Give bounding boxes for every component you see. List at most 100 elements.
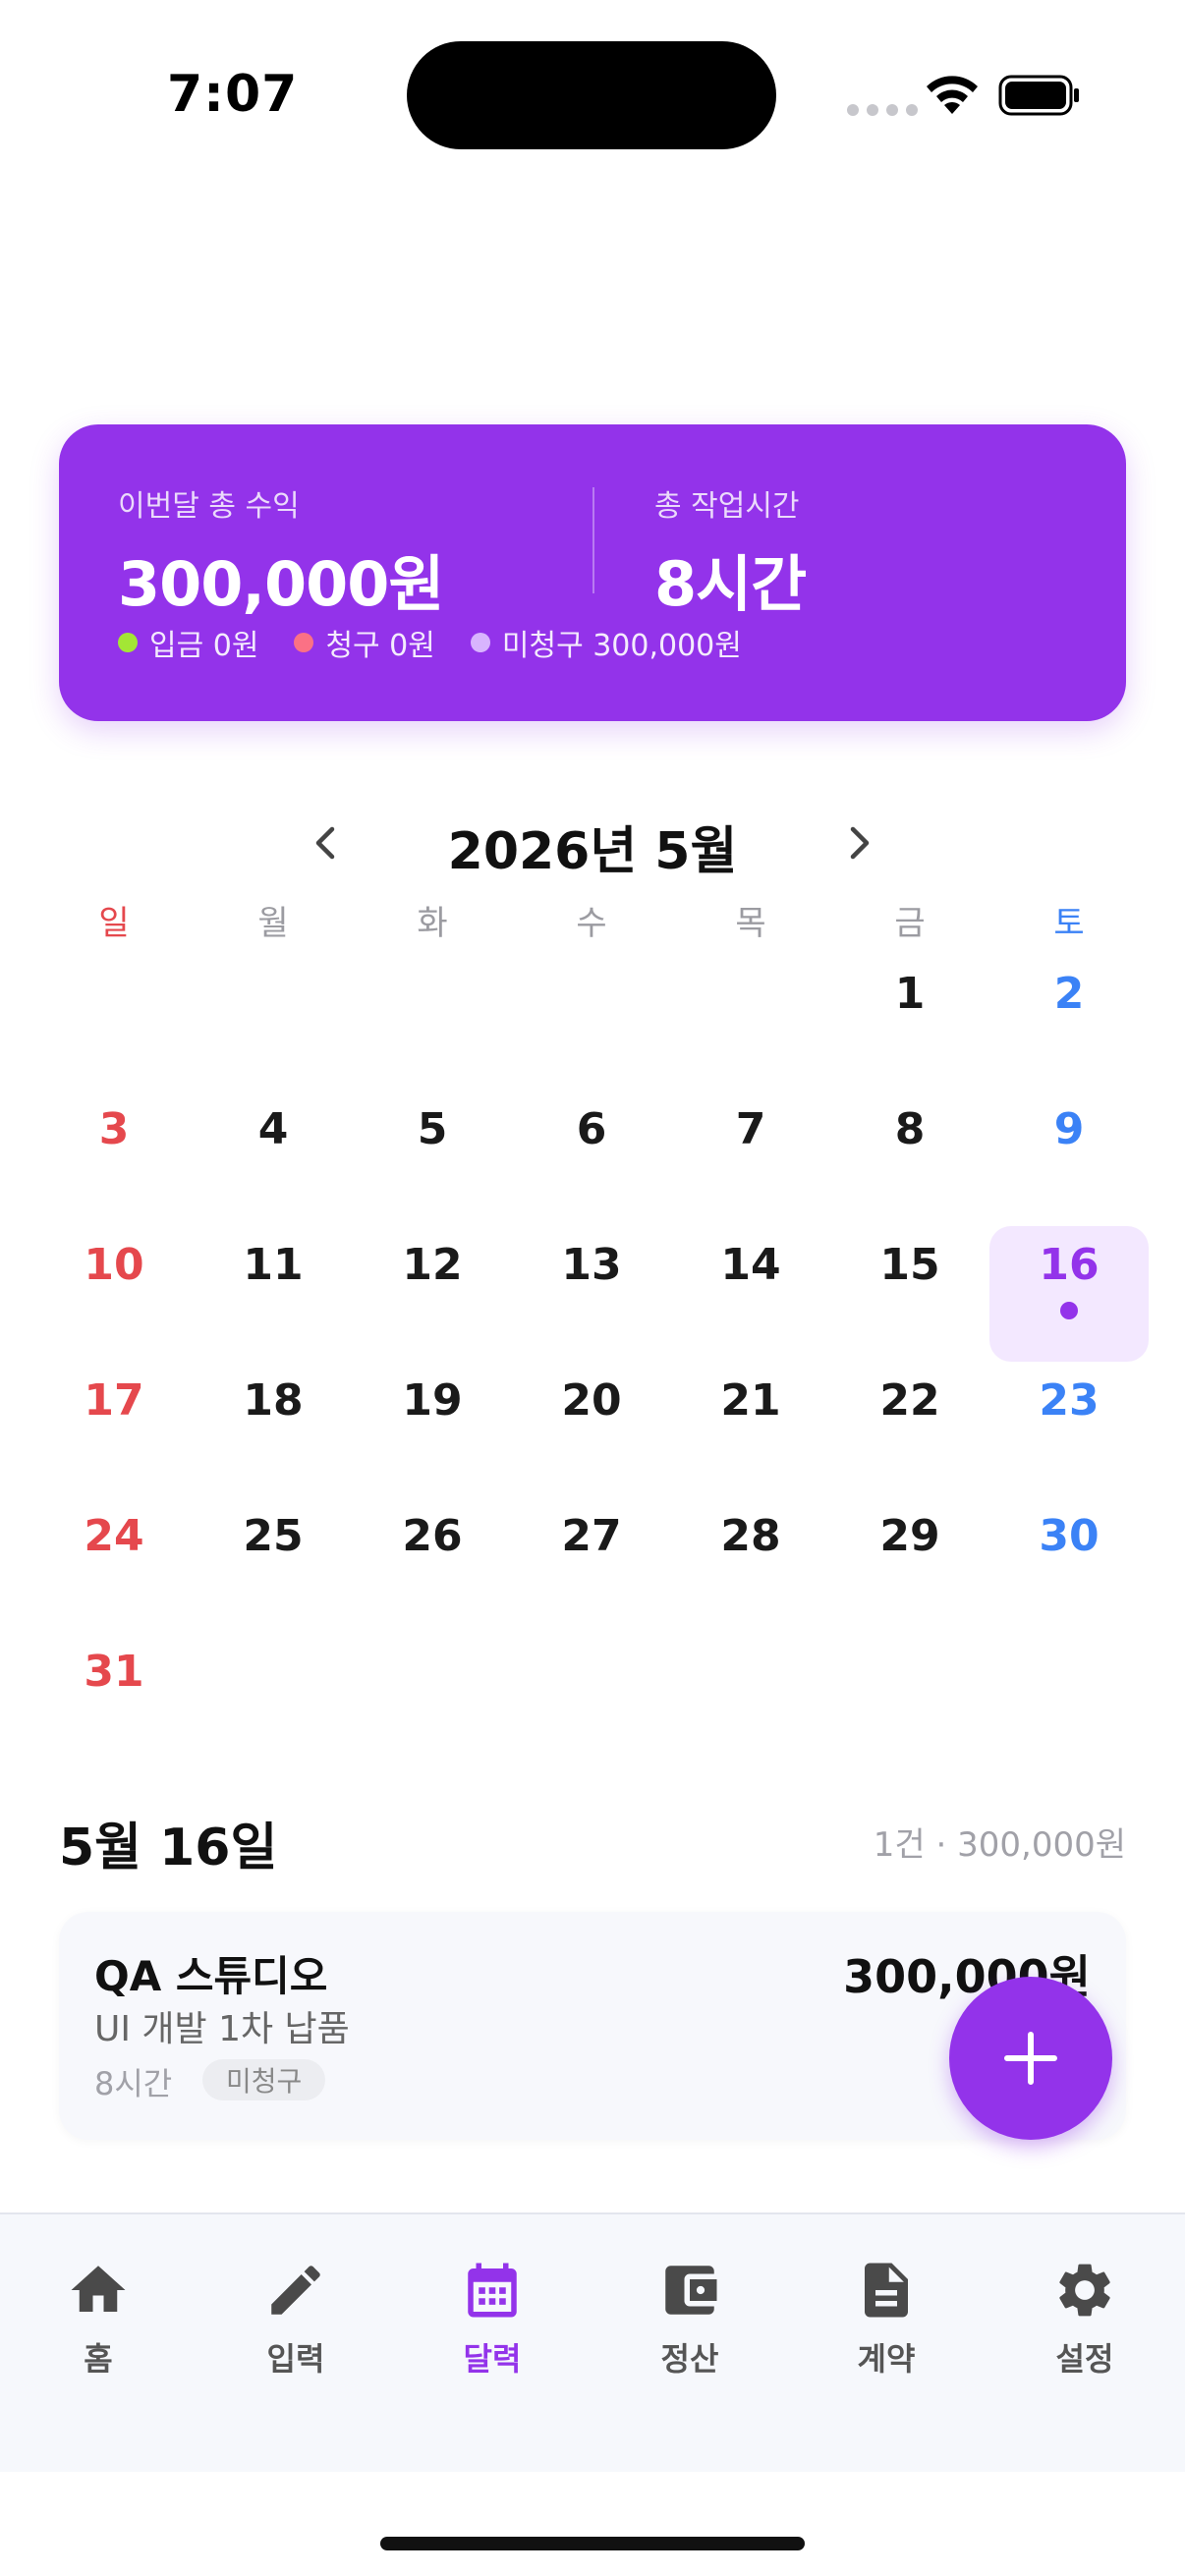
calendar-day-number: 4: [257, 1104, 289, 1154]
calendar-day-21[interactable]: 21: [671, 1362, 830, 1497]
calendar-day-16[interactable]: 16: [989, 1226, 1149, 1362]
calendar-day-22[interactable]: 22: [830, 1362, 989, 1497]
wallet-icon: [665, 2266, 717, 2315]
calendar-day-number: 12: [402, 1240, 463, 1290]
home-icon: [71, 2266, 126, 2312]
calendar-day-number: 9: [1053, 1104, 1085, 1154]
hours-summary: 총 작업시간 8시간: [654, 481, 807, 623]
event-dot-icon: [1060, 1302, 1078, 1319]
hours-label: 총 작업시간: [654, 489, 800, 524]
calendar-month-title: 2026년 5월: [447, 822, 738, 881]
calendar-day-number: 31: [84, 1647, 144, 1697]
tab-settings-label: 설정: [1055, 2340, 1114, 2378]
calendar-day-number: 15: [879, 1240, 940, 1290]
document-icon: [865, 2263, 908, 2318]
calendar-day-28[interactable]: 28: [671, 1497, 830, 1633]
tab-input-label: 입력: [266, 2340, 325, 2378]
next-month-button[interactable]: [831, 815, 886, 870]
tab-settlement[interactable]: 정산: [616, 2258, 763, 2380]
calendar-day-number: 23: [1039, 1375, 1100, 1426]
weekday-label: 금: [894, 904, 926, 943]
battery-icon: [998, 75, 1079, 116]
weekday-label: 일: [98, 904, 130, 943]
calendar-day-7[interactable]: 7: [671, 1091, 830, 1226]
selected-day-title: 5월 16일: [59, 1819, 278, 1877]
calendar-day-13[interactable]: 13: [512, 1226, 671, 1362]
calendar-day-18[interactable]: 18: [194, 1362, 353, 1497]
calendar-day-11[interactable]: 11: [194, 1226, 353, 1362]
calendar-day-1[interactable]: 1: [830, 955, 989, 1091]
calendar-day-number: 30: [1039, 1511, 1100, 1561]
chevron-left-icon: [315, 826, 335, 860]
previous-month-button[interactable]: [299, 815, 354, 870]
income-label: 이번달 총 수익: [118, 489, 300, 524]
calendar-day-31[interactable]: 31: [34, 1633, 194, 1768]
tab-contract-label: 계약: [857, 2340, 916, 2378]
bottom-tab-bar: 홈 입력 달력 정산 계약 설정: [0, 2212, 1185, 2472]
calendar-day-number: 7: [735, 1104, 766, 1154]
calendar-day-27[interactable]: 27: [512, 1497, 671, 1633]
calendar-day-6[interactable]: 6: [512, 1091, 671, 1226]
calendar-day-number: 8: [894, 1104, 926, 1154]
calendar-day-25[interactable]: 25: [194, 1497, 353, 1633]
calendar-day-number: 25: [243, 1511, 304, 1561]
calendar-day-15[interactable]: 15: [830, 1226, 989, 1362]
calendar-day-number: 6: [576, 1104, 607, 1154]
unbilled-dot-icon: [470, 633, 490, 652]
calendar-day-8[interactable]: 8: [830, 1091, 989, 1226]
status-time: 7:07: [167, 65, 299, 124]
calendar-day-17[interactable]: 17: [34, 1362, 194, 1497]
calendar-day-number: 18: [243, 1375, 304, 1426]
calendar-day-2[interactable]: 2: [989, 955, 1149, 1091]
tab-input[interactable]: 입력: [222, 2258, 369, 2380]
calendar-day-number: 27: [561, 1511, 622, 1561]
calendar-day-number: 21: [720, 1375, 781, 1426]
calendar-day-number: 24: [84, 1511, 144, 1561]
calendar-day-19[interactable]: 19: [353, 1362, 512, 1497]
tab-contract[interactable]: 계약: [813, 2258, 960, 2380]
tab-settings[interactable]: 설정: [1011, 2258, 1158, 2380]
calendar-day-24[interactable]: 24: [34, 1497, 194, 1633]
calendar-day-number: 14: [720, 1240, 781, 1290]
calendar-day-4[interactable]: 4: [194, 1091, 353, 1226]
calendar-day-number: 26: [402, 1511, 463, 1561]
calendar-day-number: 17: [84, 1375, 144, 1426]
tab-settlement-label: 정산: [660, 2340, 719, 2378]
status-bar: 7:07: [0, 0, 1185, 196]
calendar-day-number: 19: [402, 1375, 463, 1426]
calendar-day-23[interactable]: 23: [989, 1362, 1149, 1497]
tab-calendar[interactable]: 달력: [419, 2258, 566, 2380]
calendar-day-number: 29: [879, 1511, 940, 1561]
income-summary: 이번달 총 수익 300,000원: [118, 481, 444, 623]
calendar-day-number: 10: [84, 1240, 144, 1290]
calendar-day-14[interactable]: 14: [671, 1226, 830, 1362]
billed-dot-icon: [294, 633, 314, 652]
calendar-day-30[interactable]: 30: [989, 1497, 1149, 1633]
tab-home-label: 홈: [84, 2340, 113, 2378]
entry-hours: 8시간: [94, 2065, 173, 2102]
calendar-day-number: 2: [1053, 969, 1085, 1019]
weekday-label: 토: [1053, 904, 1085, 943]
add-entry-button[interactable]: [949, 1977, 1112, 2140]
calendar-day-number: 1: [894, 969, 926, 1019]
calendar-day-number: 22: [879, 1375, 940, 1426]
selected-day-summary: 1건 · 300,000원: [873, 1825, 1126, 1865]
hours-value: 8시간: [654, 548, 807, 620]
calendar-day-9[interactable]: 9: [989, 1091, 1149, 1226]
legend-unbilled-label: 미청구 300,000원: [501, 629, 742, 663]
calendar-day-number: 11: [243, 1240, 304, 1290]
entry-status-badge: 미청구: [202, 2059, 326, 2100]
calendar-day-26[interactable]: 26: [353, 1497, 512, 1633]
calendar-day-29[interactable]: 29: [830, 1497, 989, 1633]
tab-home[interactable]: 홈: [25, 2258, 172, 2380]
legend-billed-label: 청구 0원: [325, 629, 435, 663]
calendar-day-number: 28: [720, 1511, 781, 1561]
calendar-day-12[interactable]: 12: [353, 1226, 512, 1362]
calendar-day-20[interactable]: 20: [512, 1362, 671, 1497]
entry-client-name: QA 스튜디오: [94, 1952, 328, 2000]
calendar-day-5[interactable]: 5: [353, 1091, 512, 1226]
weekday-label: 화: [417, 904, 448, 943]
cellular-signal-icon: [847, 104, 918, 116]
calendar-day-10[interactable]: 10: [34, 1226, 194, 1362]
calendar-day-3[interactable]: 3: [34, 1091, 194, 1226]
